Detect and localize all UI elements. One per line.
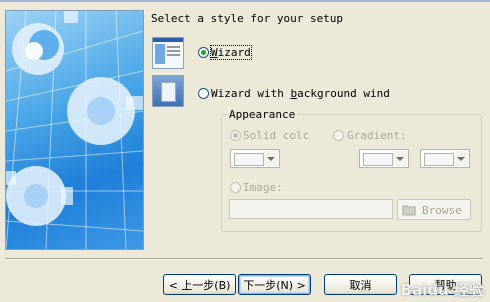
wizard-style-thumbnail	[152, 37, 184, 69]
wizard-background-style-radio[interactable]	[198, 88, 209, 99]
thumbnail-image-pane	[155, 44, 165, 64]
browse-label: Browse	[422, 204, 462, 217]
footer-divider	[5, 258, 483, 260]
solid-color-swatch	[234, 153, 264, 166]
gradient-radio[interactable]	[333, 130, 344, 141]
wizard-label-accelerator: W	[211, 46, 218, 59]
thumbnail-titlebar	[153, 38, 183, 42]
gradient-end-swatch	[424, 153, 454, 166]
cancel-button[interactable]: 取消	[324, 274, 397, 295]
gear-illustration-icon	[6, 11, 143, 249]
gradient-start-color-picker[interactable]	[359, 149, 409, 168]
title-bar-edge	[0, 0, 490, 2]
solid-color-label: Solid colc	[243, 129, 310, 142]
image-radio[interactable]	[230, 182, 241, 193]
watermark: Baidu 经验	[400, 281, 484, 299]
chevron-down-icon	[454, 151, 468, 166]
setup-illustration	[5, 10, 144, 250]
thumbnail-text-lines	[167, 46, 180, 48]
next-button[interactable]: 下一步(N) >	[238, 274, 311, 295]
back-button[interactable]: < 上一步(B)	[163, 274, 236, 295]
wizard-background-style-label[interactable]: Wizard with background wind	[211, 87, 390, 100]
browse-button[interactable]: Browse	[397, 199, 471, 220]
chevron-down-icon	[393, 151, 407, 166]
gradient-label: Gradient:	[347, 129, 407, 142]
folder-icon	[402, 205, 416, 216]
wizard-background-style-thumbnail	[152, 75, 184, 107]
image-label: Image:	[243, 181, 283, 194]
wizard-bg-label-pre: Wizard with	[211, 87, 291, 100]
solid-color-picker[interactable]	[230, 149, 280, 168]
wizard-style-radio[interactable]	[198, 47, 209, 58]
gradient-end-color-picker[interactable]	[420, 149, 470, 168]
page-heading: Select a style for your setup	[151, 12, 344, 25]
appearance-legend: Appearance	[227, 108, 298, 121]
solid-color-radio[interactable]	[230, 130, 241, 141]
thumbnail-window-pane	[161, 82, 176, 102]
wizard-bg-label-post: ackground wind	[297, 87, 390, 100]
wizard-style-label[interactable]: Wizard	[210, 45, 252, 60]
chevron-down-icon	[264, 151, 278, 166]
wizard-label-post: izard	[217, 46, 251, 59]
gradient-start-swatch	[363, 153, 393, 166]
image-path-field[interactable]	[229, 199, 393, 219]
